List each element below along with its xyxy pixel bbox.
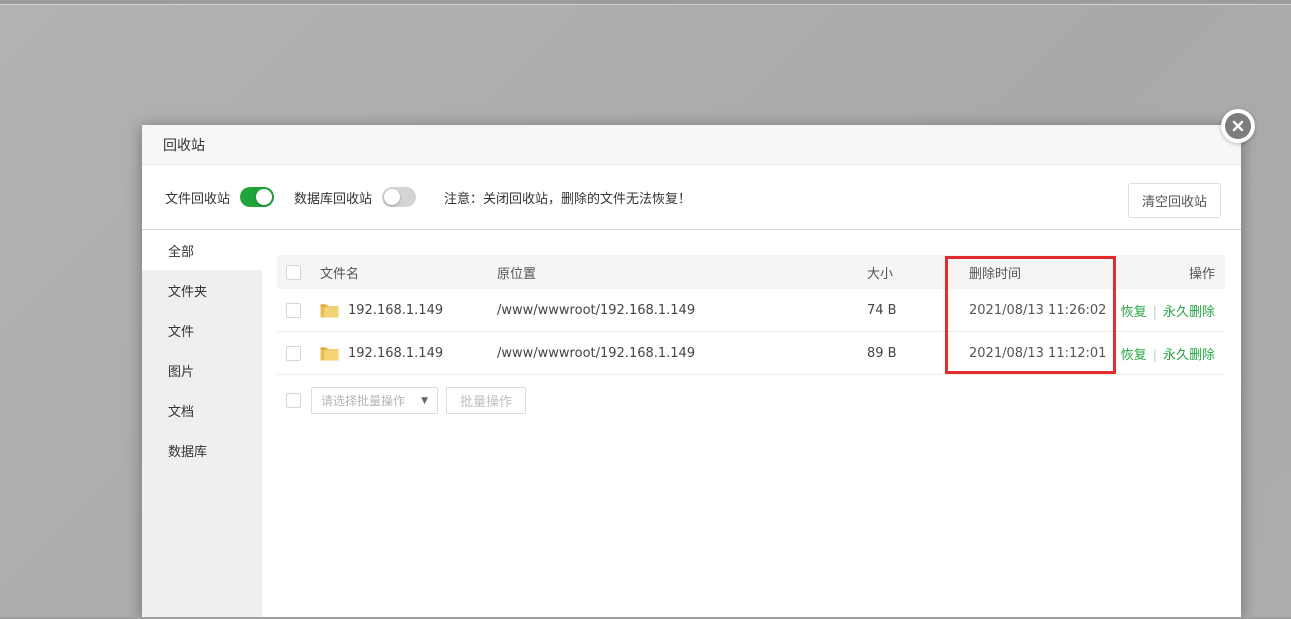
header-filename: 文件名 [320,266,360,282]
permanent-delete-link[interactable]: 永久删除 [1163,305,1215,320]
file-size: 74 B [867,302,897,318]
sidebar-item-all[interactable]: 全部 [142,230,262,270]
header-original-path: 原位置 [497,266,537,282]
batch-dropdown-value: 请选择批量操作 [321,394,406,408]
folder-icon [320,347,339,361]
select-all-checkbox[interactable] [286,264,301,280]
close-icon [1225,113,1251,139]
sidebar-item-images[interactable]: 图片 [142,350,262,390]
restore-link[interactable]: 恢复 [1121,305,1147,320]
header-size: 大小 [867,266,894,282]
file-size: 89 B [867,345,897,361]
empty-recycle-bin-button[interactable]: 清空回收站 [1127,183,1221,218]
recycle-table: 文件名 原位置 大小 删除时间 操作 192.168.1.149 /www/ww… [277,255,1225,375]
file-name: 192.168.1.149 [348,345,444,361]
table-header-row: 文件名 原位置 大小 删除时间 操作 [277,255,1225,289]
delete-time: 2021/08/13 11:12:01 [969,345,1107,361]
row-checkbox[interactable] [286,345,301,361]
toggle-knob [256,189,273,205]
dialog-toolbar: 文件回收站 数据库回收站 注意：关闭回收站，删除的文件无法恢复！ 清空回收站 [142,165,1241,230]
original-path: /www/wwwroot/192.168.1.149 [497,302,696,318]
header-delete-time: 删除时间 [969,266,1022,282]
file-recycle-toggle-label: 文件回收站 [165,191,231,207]
recycle-bin-dialog: 回收站 文件回收站 数据库回收站 注意：关闭回收站，删除的文件无法恢复！ 清空回… [142,109,1255,619]
sidebar-item-folders[interactable]: 文件夹 [142,270,262,310]
category-sidebar: 全部 文件夹 文件 图片 文档 数据库 [142,230,262,618]
toggle-knob [384,189,401,205]
restore-link[interactable]: 恢复 [1121,348,1147,363]
row-checkbox[interactable] [286,302,301,318]
dialog-header: 回收站 [142,125,1241,165]
batch-operation-bar: 请选择批量操作 ▼ 批量操作 [277,387,1225,414]
action-separator: | [1152,347,1157,363]
batch-operation-dropdown[interactable]: 请选择批量操作 ▼ [311,387,438,414]
delete-time: 2021/08/13 11:26:02 [969,302,1107,318]
sidebar-item-files[interactable]: 文件 [142,310,262,350]
sidebar-item-documents[interactable]: 文档 [142,390,262,430]
permanent-delete-link[interactable]: 永久删除 [1163,348,1215,363]
file-recycle-toggle[interactable] [240,187,275,207]
sidebar-item-databases[interactable]: 数据库 [142,430,262,470]
recycle-warning-text: 注意：关闭回收站，删除的文件无法恢复！ [444,191,692,207]
folder-icon [320,304,339,318]
close-button[interactable] [1221,109,1255,143]
recycle-content: 文件名 原位置 大小 删除时间 操作 192.168.1.149 /www/ww… [262,230,1241,618]
header-action: 操作 [1188,266,1215,282]
dialog-body: 全部 文件夹 文件 图片 文档 数据库 文件名 原位置 大小 删除时间 操作 1… [142,230,1241,618]
batch-select-checkbox[interactable] [286,393,301,408]
dialog-title: 回收站 [163,137,205,154]
window-top-divider [0,4,1291,5]
table-row: 192.168.1.149 /www/wwwroot/192.168.1.149… [277,289,1225,332]
batch-operation-button[interactable]: 批量操作 [446,387,527,414]
chevron-down-icon: ▼ [421,395,428,406]
original-path: /www/wwwroot/192.168.1.149 [497,345,696,361]
file-name: 192.168.1.149 [348,302,444,318]
action-separator: | [1152,304,1157,320]
table-row: 192.168.1.149 /www/wwwroot/192.168.1.149… [277,332,1225,375]
db-recycle-toggle-label: 数据库回收站 [294,191,373,207]
db-recycle-toggle[interactable] [382,187,417,207]
